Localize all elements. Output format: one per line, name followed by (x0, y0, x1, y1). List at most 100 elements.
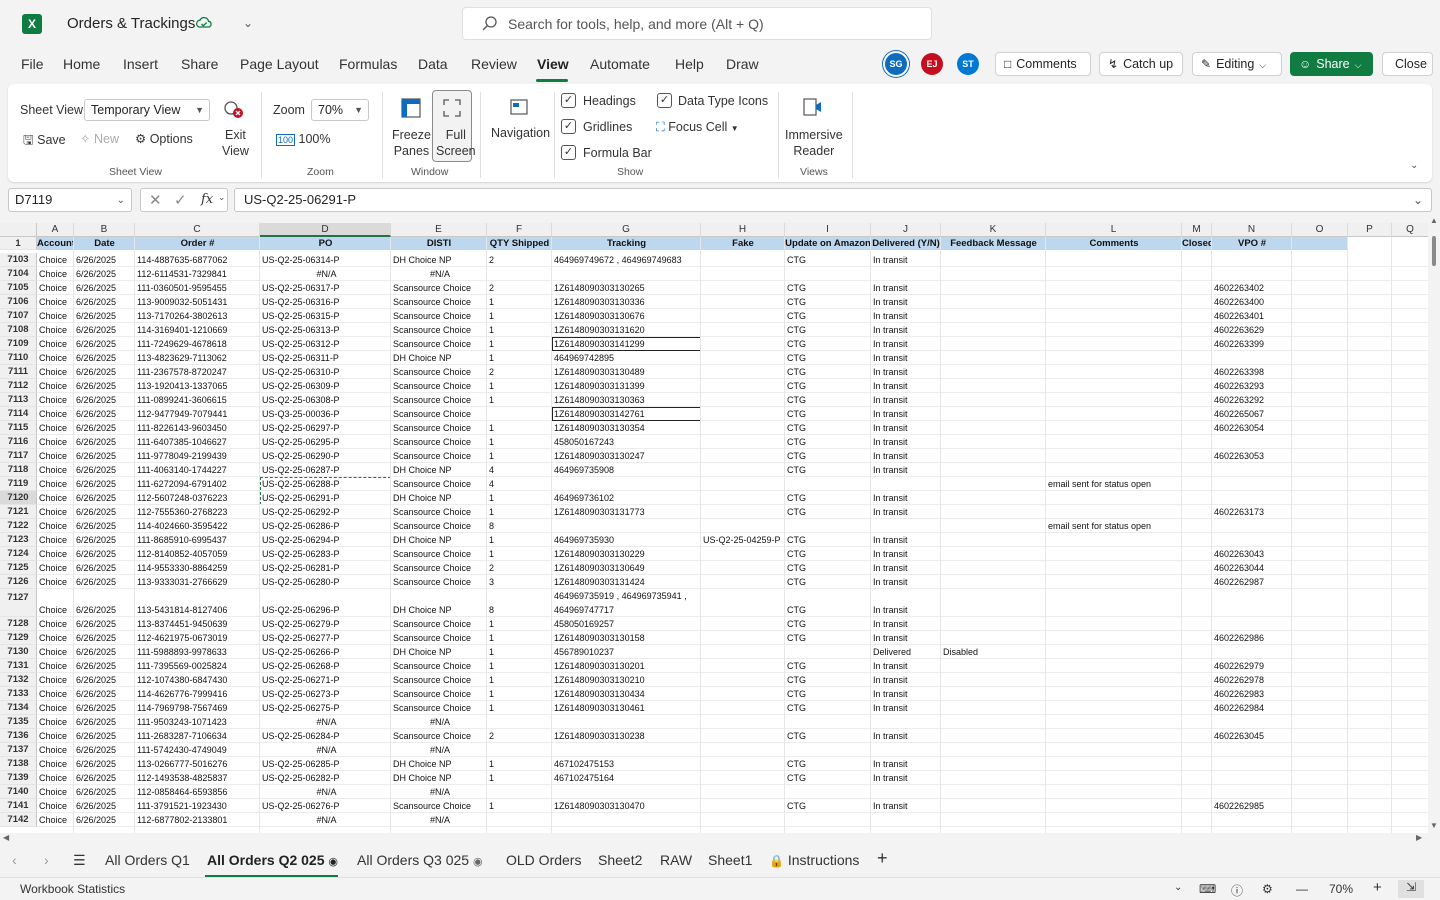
column-header-o[interactable]: O (1292, 223, 1348, 237)
table-cell[interactable]: 1 (487, 379, 552, 393)
table-cell[interactable] (1212, 715, 1292, 729)
avatar[interactable]: EJ (921, 53, 943, 75)
table-cell[interactable]: US-Q2-25-06292-P (260, 505, 391, 519)
all-sheets-menu-icon[interactable]: ☰ (73, 852, 86, 869)
table-cell[interactable] (1182, 799, 1212, 813)
table-cell[interactable]: US-Q2-25-06268-P (260, 659, 391, 673)
table-cell[interactable]: CTG (785, 421, 871, 435)
table-cell[interactable]: 464969736102 (552, 491, 701, 505)
table-cell[interactable]: 6/26/2025 (74, 351, 135, 365)
ribbon-collapse-chevron-icon[interactable]: ⌄ (1410, 160, 1418, 171)
table-cell[interactable]: US-Q2-25-06284-P (260, 729, 391, 743)
table-cell[interactable] (701, 519, 785, 533)
table-cell[interactable]: 1 (487, 393, 552, 407)
table-cell[interactable] (941, 421, 1046, 435)
table-cell[interactable] (701, 435, 785, 449)
table-cell[interactable]: In transit (871, 505, 941, 519)
table-cell[interactable] (1212, 519, 1292, 533)
table-cell[interactable]: In transit (871, 393, 941, 407)
table-cell[interactable]: 4602263292 (1212, 393, 1292, 407)
table-cell[interactable] (1046, 365, 1182, 379)
table-cell[interactable]: US-Q2-25-06291-P (260, 491, 391, 505)
table-cell[interactable] (1182, 323, 1212, 337)
tab-share[interactable]: Share (181, 56, 218, 72)
table-cell[interactable]: 1 (487, 421, 552, 435)
table-cell[interactable]: In transit (871, 617, 941, 631)
table-cell[interactable]: In transit (871, 463, 941, 477)
table-cell[interactable]: 2 (487, 253, 552, 267)
column-title-cell[interactable]: Date (74, 237, 135, 250)
table-cell[interactable]: 1 (487, 547, 552, 561)
table-cell[interactable]: US-Q2-25-06285-P (260, 757, 391, 771)
table-cell[interactable]: 1Z6148090303130336 (552, 295, 701, 309)
table-cell[interactable]: 2 (487, 281, 552, 295)
table-cell[interactable]: CTG (785, 701, 871, 715)
table-cell[interactable]: 6/26/2025 (74, 687, 135, 701)
table-cell[interactable] (1182, 533, 1212, 547)
row-header[interactable]: 7119 (0, 477, 37, 491)
table-cell[interactable] (1046, 813, 1182, 827)
table-cell[interactable]: DH Choice NP (391, 771, 487, 785)
table-cell[interactable]: CTG (785, 407, 871, 421)
table-cell[interactable] (1182, 309, 1212, 323)
table-cell[interactable]: Choice (37, 729, 74, 743)
table-cell[interactable]: Choice (37, 379, 74, 393)
table-cell[interactable] (941, 393, 1046, 407)
table-cell[interactable] (1182, 715, 1212, 729)
table-cell[interactable]: 111-6272094-6791402 (135, 477, 260, 491)
table-cell[interactable]: CTG (785, 617, 871, 631)
table-cell[interactable] (1182, 785, 1212, 799)
row-header[interactable]: 7123 (0, 533, 37, 547)
table-cell[interactable] (552, 477, 701, 491)
table-cell[interactable]: 112-9477949-7079441 (135, 407, 260, 421)
table-cell[interactable]: Choice (37, 253, 74, 267)
table-cell[interactable] (1182, 491, 1212, 505)
table-cell[interactable]: Scansource Choice (391, 617, 487, 631)
table-cell[interactable] (701, 281, 785, 295)
table-cell[interactable]: 6/26/2025 (74, 729, 135, 743)
table-cell[interactable]: Scansource Choice (391, 561, 487, 575)
table-cell[interactable]: 1Z6148090303130210 (552, 673, 701, 687)
column-title-cell[interactable]: Tracking (552, 237, 701, 250)
table-cell[interactable]: 1 (487, 491, 552, 505)
table-cell[interactable]: 1 (487, 323, 552, 337)
table-cell[interactable]: 4602262978 (1212, 673, 1292, 687)
table-cell[interactable]: 1 (487, 435, 552, 449)
table-cell[interactable]: Choice (37, 701, 74, 715)
column-title-cell[interactable]: QTY Shipped (487, 237, 552, 250)
table-cell[interactable]: 1Z6148090303130363 (552, 393, 701, 407)
table-cell[interactable]: In transit (871, 337, 941, 351)
table-cell[interactable] (1046, 715, 1182, 729)
table-cell[interactable] (1046, 687, 1182, 701)
table-cell[interactable]: 1Z6148090303130201 (552, 659, 701, 673)
table-cell[interactable] (871, 785, 941, 799)
table-cell[interactable] (1182, 365, 1212, 379)
insert-function-icon[interactable]: fx (201, 192, 213, 207)
table-cell[interactable]: CTG (785, 351, 871, 365)
table-cell[interactable] (1212, 617, 1292, 631)
table-cell[interactable]: Choice (37, 449, 74, 463)
table-cell[interactable] (487, 813, 552, 827)
table-cell[interactable]: In transit (871, 309, 941, 323)
table-cell[interactable] (701, 631, 785, 645)
table-cell[interactable]: 2 (487, 561, 552, 575)
table-cell[interactable] (701, 687, 785, 701)
row-header[interactable]: 7122 (0, 519, 37, 533)
table-cell[interactable]: 6/26/2025 (74, 337, 135, 351)
table-cell[interactable]: Scansource Choice (391, 407, 487, 421)
table-cell[interactable] (1046, 505, 1182, 519)
table-cell[interactable]: Scansource Choice (391, 323, 487, 337)
table-cell[interactable]: US-Q2-25-06316-P (260, 295, 391, 309)
table-cell[interactable] (552, 813, 701, 827)
column-title-cell[interactable] (1348, 237, 1392, 250)
table-cell[interactable]: Choice (37, 687, 74, 701)
table-cell[interactable]: US-Q2-25-06317-P (260, 281, 391, 295)
row-header[interactable]: 7132 (0, 673, 37, 687)
table-cell[interactable]: 111-9503243-1071423 (135, 715, 260, 729)
table-cell[interactable] (1046, 393, 1182, 407)
table-cell[interactable] (1046, 379, 1182, 393)
column-title-cell[interactable]: Comments (1046, 237, 1182, 250)
table-cell[interactable]: 6/26/2025 (74, 533, 135, 547)
table-cell[interactable] (941, 743, 1046, 757)
table-cell[interactable]: 111-7249629-4678618 (135, 337, 260, 351)
